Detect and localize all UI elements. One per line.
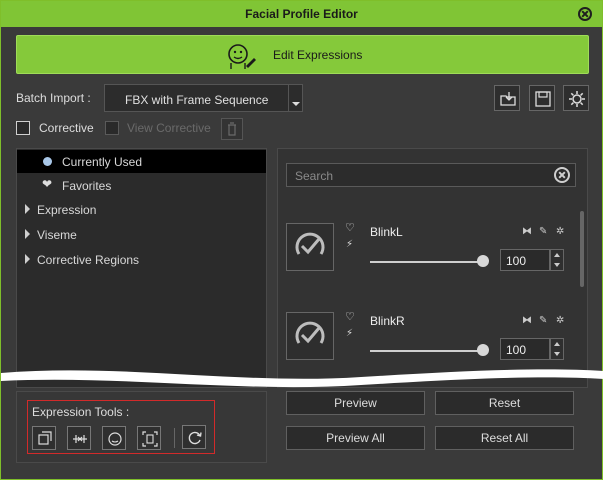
face-edit-icon xyxy=(228,44,256,69)
favorite-icon[interactable]: ♡ xyxy=(345,310,355,323)
tree-item-currently-used[interactable]: Currently Used xyxy=(17,150,266,173)
heart-icon: ❤ xyxy=(42,177,53,191)
preview-button[interactable]: Preview xyxy=(286,391,425,415)
expand-arrow-icon[interactable] xyxy=(25,204,30,214)
expression-check-icon xyxy=(295,232,325,255)
face-rotate-icon xyxy=(108,432,122,446)
tool-button-3[interactable] xyxy=(102,426,126,450)
expression-value: 100 xyxy=(506,343,527,357)
mirror-icon[interactable]: ⧓ xyxy=(522,315,532,326)
value-stepper[interactable] xyxy=(550,338,564,360)
favorite-icon[interactable]: ♡ xyxy=(345,221,355,234)
tree-item-corrective-regions[interactable]: Corrective Regions xyxy=(17,248,266,271)
expression-thumbnail[interactable] xyxy=(286,223,334,271)
bolt-icon: ⚡ xyxy=(346,328,354,339)
clear-search-icon[interactable] xyxy=(554,167,570,183)
chevron-down-icon[interactable] xyxy=(288,85,302,111)
view-corrective-checkbox[interactable] xyxy=(105,121,119,135)
gear-icon[interactable]: ✲ xyxy=(556,226,564,237)
batch-import-select[interactable]: FBX with Frame Sequence xyxy=(104,84,303,112)
corrective-label: Corrective xyxy=(39,121,94,135)
expression-tools-label: Expression Tools : xyxy=(32,405,130,419)
cut-divider xyxy=(1,369,603,388)
tree-item-label: Viseme xyxy=(37,228,77,242)
value-stepper[interactable] xyxy=(550,249,564,271)
edit-icon[interactable]: ✎ xyxy=(539,226,547,237)
settings-button[interactable] xyxy=(563,85,589,111)
expression-value-field[interactable]: 100 xyxy=(500,338,550,360)
mirror-icon[interactable]: ⧓ xyxy=(522,226,532,237)
expression-value-field[interactable]: 100 xyxy=(500,249,550,271)
tree-item-favorites[interactable]: ❤ Favorites xyxy=(17,174,266,197)
search-placeholder: Search xyxy=(295,169,334,183)
gear-icon xyxy=(569,91,585,107)
save-icon xyxy=(535,91,551,107)
current-dot-icon xyxy=(43,157,52,166)
preview-all-button[interactable]: Preview All xyxy=(286,426,425,450)
expression-value: 100 xyxy=(506,254,527,268)
expression-name: BlinkL xyxy=(370,225,403,239)
search-input[interactable]: Search xyxy=(286,163,576,187)
transform-icon xyxy=(38,431,52,445)
refresh-icon xyxy=(188,431,202,445)
reset-all-button[interactable]: Reset All xyxy=(435,426,574,450)
tree-item-label: Favorites xyxy=(62,179,112,193)
delete-button[interactable] xyxy=(221,118,243,140)
folder-import-icon xyxy=(500,92,516,106)
batch-import-label: Batch Import : xyxy=(16,91,91,105)
scrollbar[interactable] xyxy=(580,211,584,287)
close-icon[interactable] xyxy=(578,7,592,21)
facial-profile-editor-window: Facial Profile Editor Edit Expressions B… xyxy=(0,0,603,480)
title-bar: Facial Profile Editor xyxy=(1,1,602,27)
tree-item-label: Currently Used xyxy=(62,155,143,169)
tool-button-2[interactable] xyxy=(67,426,91,450)
fit-frame-icon xyxy=(142,431,158,447)
bolt-icon: ⚡ xyxy=(346,239,354,250)
trash-icon xyxy=(228,122,236,136)
save-button[interactable] xyxy=(529,85,555,111)
tree-item-expression[interactable]: Expression xyxy=(17,198,266,221)
expression-slider-handle[interactable] xyxy=(477,255,489,267)
edit-icon[interactable]: ✎ xyxy=(539,315,547,326)
reset-button[interactable]: Reset xyxy=(435,391,574,415)
expression-list-panel: Search ♡ ⚡ BlinkL ⧓ ✎ ✲ 100 ♡ ⚡ BlinkR ⧓… xyxy=(277,148,588,388)
view-corrective-label: View Corrective xyxy=(127,121,211,135)
expand-arrow-icon[interactable] xyxy=(25,254,30,264)
tree-item-label: Expression xyxy=(37,203,97,217)
expression-item-blinkl: ♡ ⚡ BlinkL ⧓ ✎ ✲ 100 xyxy=(278,219,578,299)
expression-name: BlinkR xyxy=(370,314,405,328)
batch-import-value: FBX with Frame Sequence xyxy=(125,93,269,107)
corrective-checkbox[interactable] xyxy=(16,121,30,135)
tool-button-1[interactable] xyxy=(32,426,56,450)
expression-slider-handle[interactable] xyxy=(477,344,489,356)
tool-button-4[interactable] xyxy=(137,426,161,450)
expression-slider-track[interactable] xyxy=(370,350,482,352)
edit-expressions-label: Edit Expressions xyxy=(273,48,363,62)
tree-item-viseme[interactable]: Viseme xyxy=(17,223,266,246)
expand-arrow-icon[interactable] xyxy=(25,229,30,239)
gear-icon[interactable]: ✲ xyxy=(556,315,564,326)
import-folder-button[interactable] xyxy=(494,85,520,111)
expression-check-icon xyxy=(295,321,325,344)
refresh-button[interactable] xyxy=(182,425,206,449)
window-title: Facial Profile Editor xyxy=(245,7,358,21)
category-tree: Currently Used ❤ Favorites Expression Vi… xyxy=(16,148,267,388)
edit-expressions-button[interactable]: Edit Expressions xyxy=(16,35,589,74)
expression-thumbnail[interactable] xyxy=(286,312,334,360)
expression-slider-track[interactable] xyxy=(370,261,482,263)
tool-separator xyxy=(174,428,175,448)
tree-item-label: Corrective Regions xyxy=(37,253,140,267)
align-icon xyxy=(73,435,87,443)
